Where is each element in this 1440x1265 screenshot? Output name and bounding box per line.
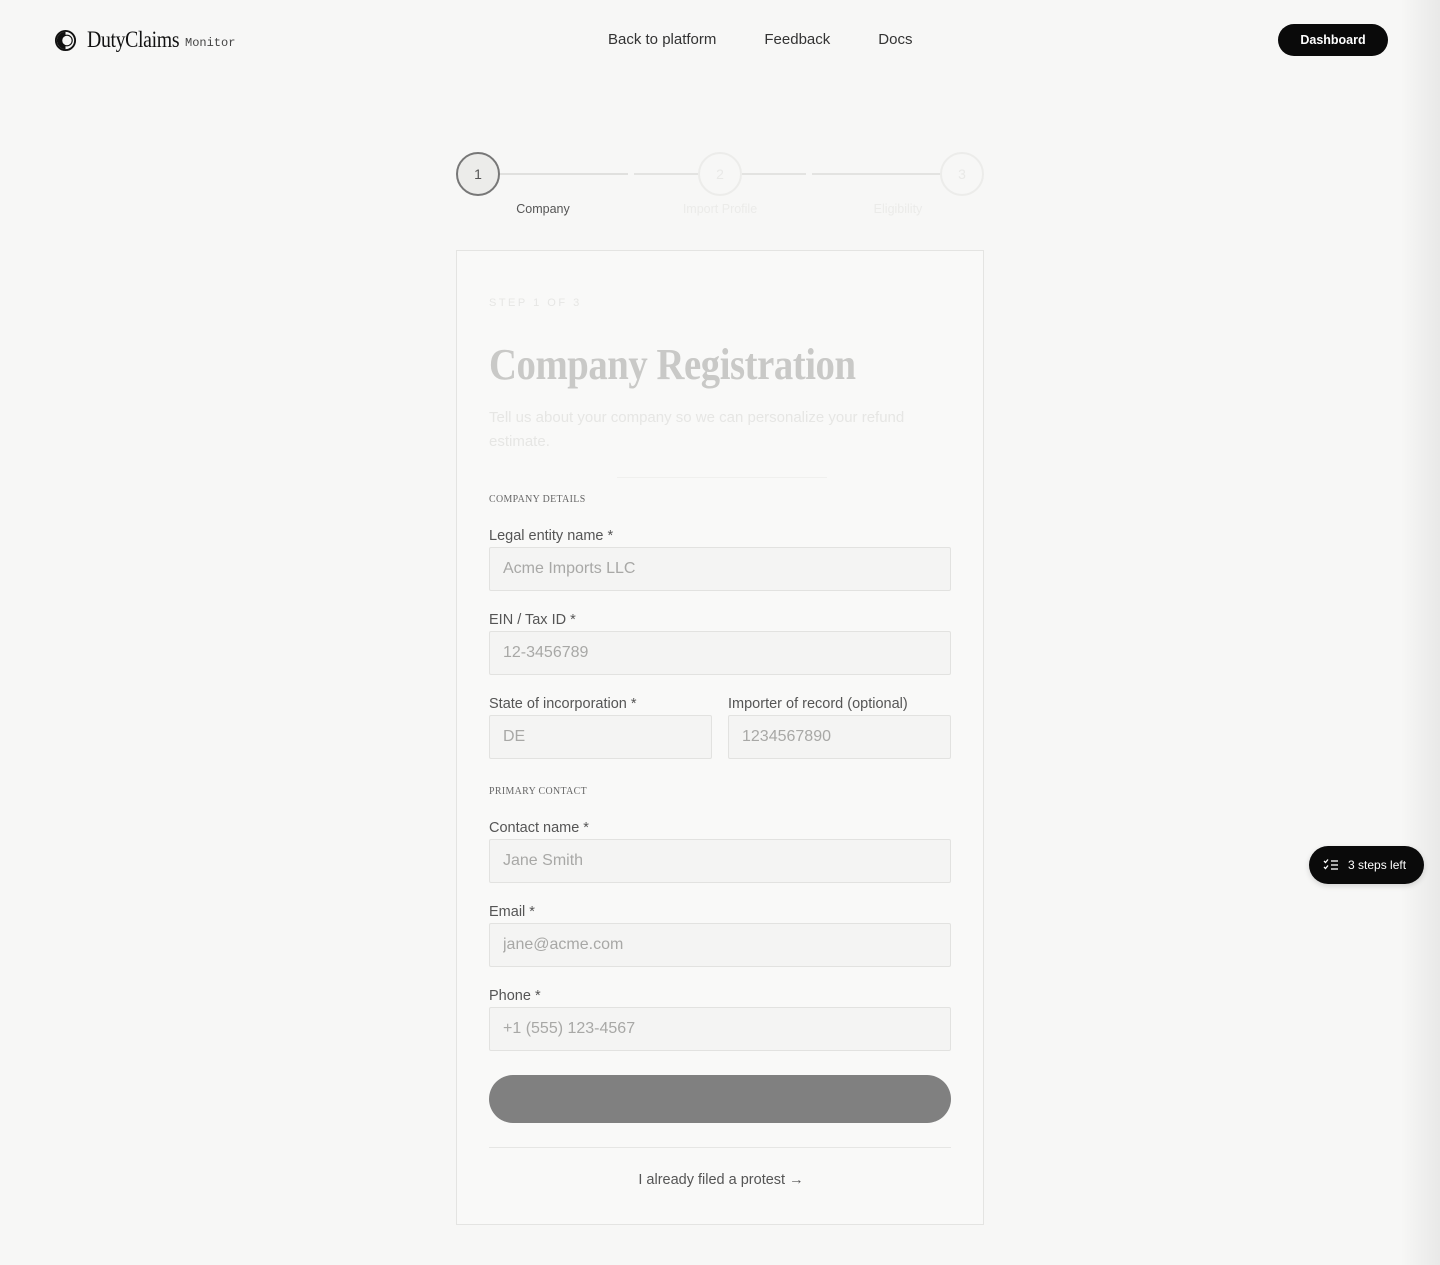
- step-2-label: Import Profile: [682, 202, 758, 216]
- step-1-circle[interactable]: 1: [456, 152, 500, 196]
- nav-docs[interactable]: Docs: [878, 31, 912, 48]
- top-header: DutyClaims Monitor Back to platform Feed…: [0, 0, 1440, 80]
- dashboard-button[interactable]: Dashboard: [1278, 24, 1388, 56]
- step-connector: [500, 173, 628, 175]
- ein-input[interactable]: [489, 631, 951, 675]
- importer-input[interactable]: [728, 715, 951, 759]
- page-title: Company Registration: [489, 340, 856, 389]
- edge-shade: [1400, 0, 1440, 1265]
- contact-name-input[interactable]: [489, 839, 951, 883]
- importer-label: Importer of record (optional): [728, 696, 908, 712]
- registration-card: STEP 1 OF 3 Company Registration Tell us…: [456, 250, 984, 1225]
- brand-tag: Monitor: [185, 35, 236, 50]
- phone-label: Phone *: [489, 988, 541, 1004]
- nav-feedback[interactable]: Feedback: [764, 31, 830, 48]
- contact-name-label: Contact name *: [489, 820, 589, 836]
- nav-back-to-platform[interactable]: Back to platform: [608, 31, 716, 48]
- step-connector: [742, 173, 806, 175]
- divider: [489, 1147, 951, 1148]
- step-2-circle[interactable]: 2: [698, 152, 742, 196]
- phone-input[interactable]: [489, 1007, 951, 1051]
- divider: [617, 477, 827, 478]
- logo-icon: [54, 29, 77, 51]
- state-input[interactable]: [489, 715, 712, 759]
- step-eyebrow: STEP 1 OF 3: [489, 297, 582, 309]
- step-3-circle[interactable]: 3: [940, 152, 984, 196]
- state-label: State of incorporation *: [489, 696, 637, 712]
- section-primary-contact: PRIMARY CONTACT: [489, 785, 588, 797]
- email-label: Email *: [489, 904, 535, 920]
- already-filed-link[interactable]: I already filed a protest →: [457, 1172, 985, 1188]
- legal-name-label: Legal entity name *: [489, 528, 614, 544]
- brand-name: DutyClaims: [87, 27, 180, 52]
- steps-left-pill[interactable]: 3 steps left: [1309, 846, 1424, 884]
- page-subtitle: Tell us about your company so we can per…: [489, 409, 905, 450]
- section-company-details: COMPANY DETAILS: [489, 493, 586, 505]
- step-connector: [812, 173, 940, 175]
- checklist-icon: [1323, 859, 1338, 870]
- ein-label: EIN / Tax ID *: [489, 612, 576, 628]
- step-3-label: Eligibility: [873, 202, 923, 216]
- brand[interactable]: DutyClaims Monitor: [54, 27, 235, 53]
- main-nav: Back to platform Feedback Docs: [608, 31, 912, 48]
- steps-left-label: 3 steps left: [1348, 858, 1407, 872]
- step-connector: [634, 173, 698, 175]
- stepper: 1 2 3 Company Import Profile Eligibility: [456, 152, 984, 222]
- continue-button[interactable]: [489, 1075, 951, 1123]
- step-1-label: Company: [516, 202, 570, 216]
- email-input[interactable]: [489, 923, 951, 967]
- legal-name-input[interactable]: [489, 547, 951, 591]
